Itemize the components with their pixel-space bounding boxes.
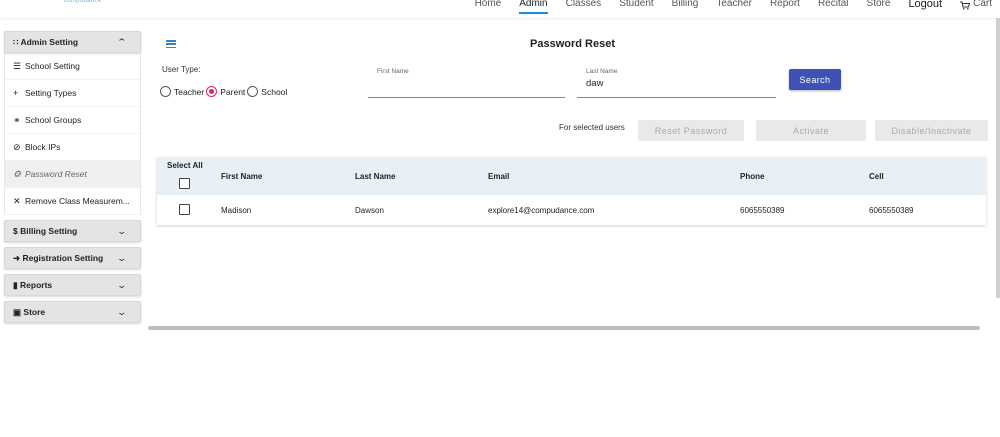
nav-store[interactable]: Store bbox=[867, 0, 891, 11]
row-checkbox[interactable] bbox=[179, 204, 190, 215]
nav-teacher[interactable]: Teacher bbox=[716, 0, 752, 11]
nav-admin[interactable]: Admin bbox=[519, 0, 548, 14]
activate-button[interactable]: Activate bbox=[756, 120, 866, 141]
select-all-checkbox[interactable] bbox=[179, 178, 190, 189]
sidebar-item-label: Setting Types bbox=[25, 88, 77, 98]
section-label: Reports bbox=[20, 279, 53, 290]
sidebar-item-school-groups[interactable]: ⚭ School Groups bbox=[5, 107, 140, 134]
sidebar-item-label: Remove Class Measurem... bbox=[25, 196, 130, 206]
select-all-label: Select All bbox=[167, 161, 203, 170]
page-title: Password Reset bbox=[530, 38, 615, 50]
user-type-label: User Type: bbox=[162, 65, 201, 74]
sidebar-section-admin-setting[interactable]: ∷ Admin Setting ⌃ bbox=[4, 31, 141, 53]
sidebar-section-registration-setting[interactable]: ➜ Registration Setting ⌄ bbox=[4, 247, 141, 269]
sidebar-item-label: Password Reset bbox=[25, 169, 87, 179]
first-name-label: First Name bbox=[377, 68, 409, 75]
radio-parent[interactable] bbox=[206, 86, 218, 97]
sidebar-item-school-setting[interactable]: ☰ School Setting bbox=[5, 53, 140, 80]
list-icon: ☰ bbox=[13, 60, 22, 71]
gear-icon: ⚙ bbox=[13, 168, 22, 179]
col-header-email[interactable]: Email bbox=[488, 172, 509, 181]
row-first-name: Madison bbox=[221, 206, 252, 215]
last-name-label: Last Name bbox=[586, 68, 618, 75]
sidebar-item-label: School Setting bbox=[25, 61, 80, 71]
radio-school[interactable] bbox=[247, 86, 259, 97]
user-type-radio-group: Teacher Parent School bbox=[160, 86, 289, 97]
block-icon: ⊘ bbox=[13, 141, 21, 152]
sidebar-section-store[interactable]: ▣ Store ⌄ bbox=[4, 301, 141, 323]
vertical-scrollbar[interactable] bbox=[996, 18, 1000, 298]
sidebar-item-password-reset[interactable]: ⚙ Password Reset bbox=[5, 161, 140, 188]
row-email: explore14@compudance.com bbox=[488, 206, 595, 215]
cart-icon bbox=[960, 0, 971, 10]
chevron-down-icon: ⌄ bbox=[116, 252, 128, 263]
chevron-down-icon: ⌄ bbox=[116, 225, 128, 236]
section-label: Registration Setting bbox=[22, 252, 104, 263]
disable-inactivate-button[interactable]: Disable/Inactivate bbox=[875, 120, 988, 141]
radio-label-school: School bbox=[261, 86, 288, 97]
sidebar: ∷ Admin Setting ⌃ ☰ School Setting + Set… bbox=[4, 31, 141, 323]
users-table: Select All First Name Last Name Email Ph… bbox=[157, 157, 986, 225]
section-label: Admin Setting bbox=[20, 36, 79, 47]
first-name-field[interactable]: First Name bbox=[368, 68, 565, 98]
bar-chart-icon: ▮ bbox=[13, 279, 21, 290]
col-header-first-name[interactable]: First Name bbox=[221, 172, 262, 181]
last-name-field[interactable]: Last Name daw bbox=[577, 68, 776, 98]
nav-student[interactable]: Student bbox=[619, 0, 653, 11]
search-button[interactable]: Search bbox=[789, 69, 841, 90]
nav-logout[interactable]: Logout bbox=[908, 0, 942, 11]
nav-report[interactable]: Report bbox=[770, 0, 800, 11]
link-icon: ⚭ bbox=[13, 114, 21, 125]
row-cell: 6065550389 bbox=[869, 206, 914, 215]
top-nav-bar: compudance Home Admin Classes Student Bi… bbox=[0, 0, 1000, 18]
chevron-up-icon: ⌃ bbox=[116, 36, 128, 47]
last-name-value: daw bbox=[586, 78, 604, 89]
main-nav: Home Admin Classes Student Billing Teach… bbox=[457, 0, 992, 14]
table-row[interactable]: Madison Dawson explore14@compudance.com … bbox=[157, 195, 986, 225]
sidebar-item-label: School Groups bbox=[25, 115, 82, 125]
chevron-down-icon: ⌄ bbox=[116, 279, 128, 290]
section-label: Billing Setting bbox=[20, 226, 78, 236]
brand-logo[interactable]: compudance bbox=[64, 0, 101, 4]
section-label: Store bbox=[23, 306, 46, 317]
radio-teacher[interactable] bbox=[160, 86, 171, 97]
plus-icon: + bbox=[13, 88, 19, 98]
row-phone: 6065550389 bbox=[740, 206, 785, 215]
nav-classes[interactable]: Classes bbox=[566, 0, 602, 11]
horizontal-scrollbar[interactable] bbox=[148, 326, 980, 330]
sidebar-item-setting-types[interactable]: + Setting Types bbox=[5, 80, 140, 107]
chevron-down-icon: ⌄ bbox=[116, 306, 128, 317]
reset-password-button[interactable]: Reset Password bbox=[638, 120, 744, 141]
col-header-last-name[interactable]: Last Name bbox=[355, 172, 395, 181]
table-header: Select All First Name Last Name Email Ph… bbox=[157, 157, 986, 195]
nav-home[interactable]: Home bbox=[475, 0, 502, 11]
cart-icon: ▣ bbox=[13, 306, 24, 317]
col-header-cell[interactable]: Cell bbox=[869, 172, 884, 181]
row-last-name: Dawson bbox=[355, 206, 384, 215]
close-icon: ✕ bbox=[13, 195, 21, 206]
radio-label-teacher: Teacher bbox=[174, 86, 205, 97]
sidebar-item-label: Block IPs bbox=[25, 142, 61, 152]
sidebar-section-billing-setting[interactable]: $ Billing Setting ⌄ bbox=[4, 220, 141, 242]
admin-setting-list: ☰ School Setting + Setting Types ⚭ Schoo… bbox=[4, 53, 141, 215]
col-header-phone[interactable]: Phone bbox=[740, 172, 764, 181]
radio-label-parent: Parent bbox=[220, 86, 246, 97]
sidebar-section-reports[interactable]: ▮ Reports ⌄ bbox=[4, 274, 141, 296]
nav-billing[interactable]: Billing bbox=[672, 0, 699, 11]
nav-cart[interactable]: Cart bbox=[960, 0, 992, 11]
cart-label: Cart bbox=[973, 0, 992, 9]
sidebar-item-block-ips[interactable]: ⊘ Block IPs bbox=[5, 134, 140, 161]
nav-recital[interactable]: Recital bbox=[818, 0, 849, 11]
for-selected-users-label: For selected users bbox=[559, 123, 625, 132]
sidebar-item-remove-class-measurements[interactable]: ✕ Remove Class Measurem... bbox=[5, 188, 140, 215]
